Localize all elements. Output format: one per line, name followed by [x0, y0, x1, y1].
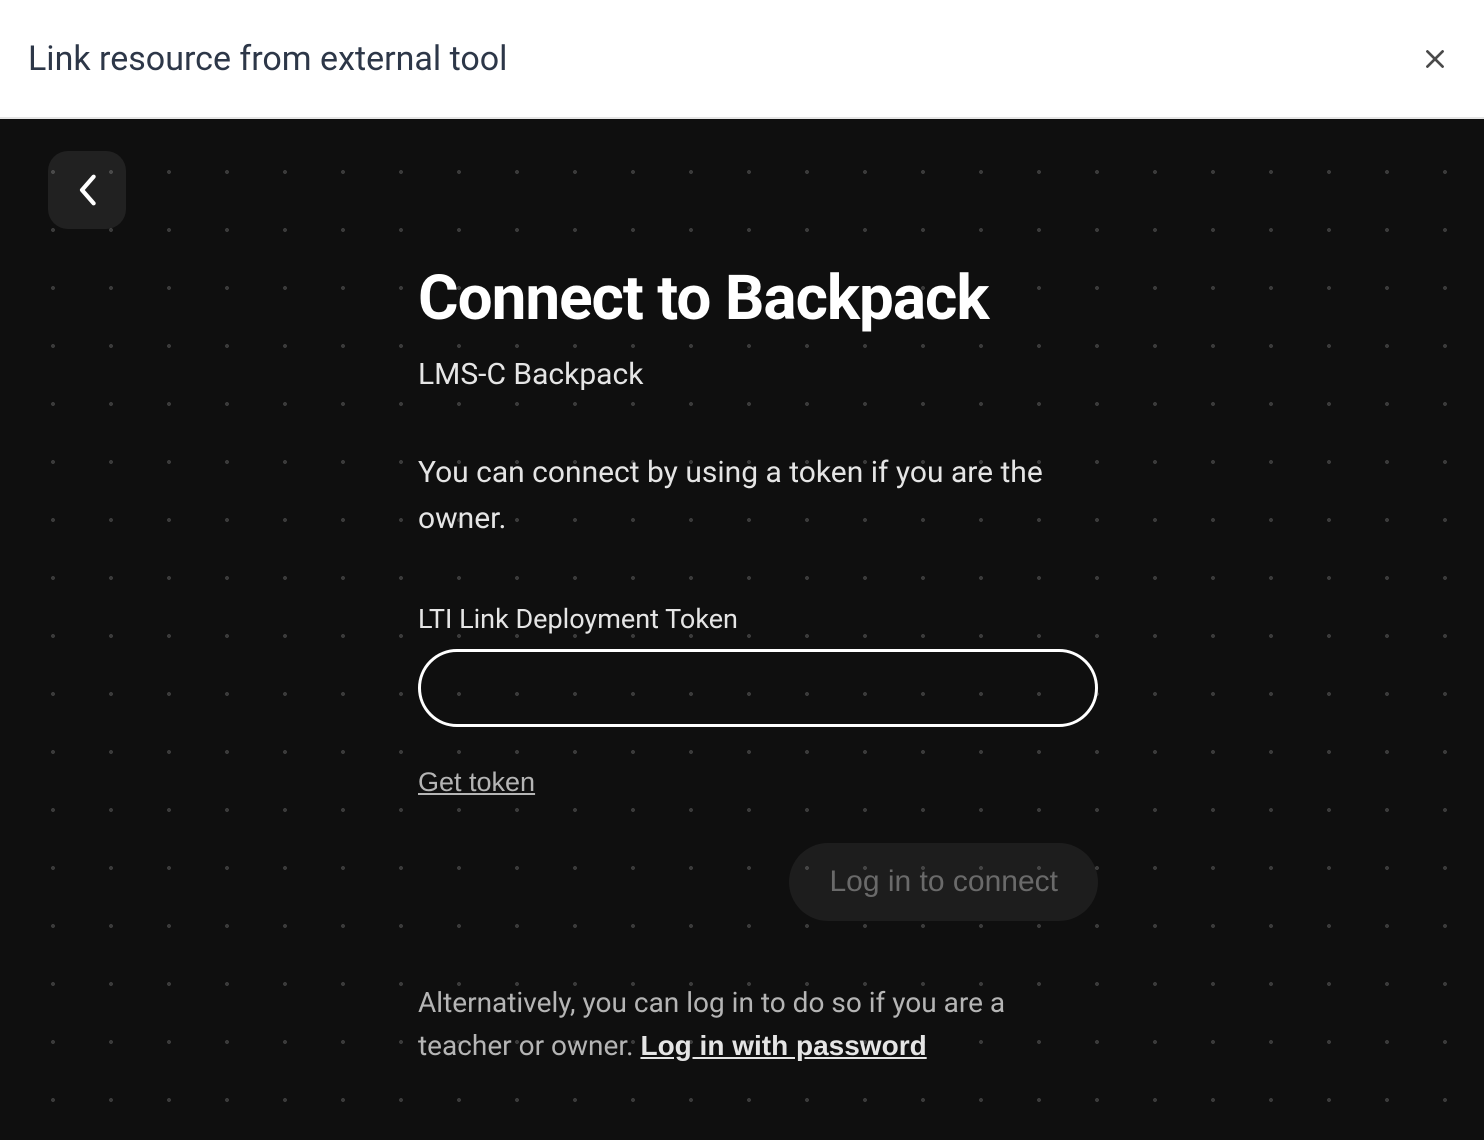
description-text: You can connect by using a token if you …: [418, 450, 1098, 543]
modal-title: Link resource from external tool: [28, 39, 507, 79]
alternative-text: Alternatively, you can log in to do so i…: [418, 981, 1098, 1068]
close-icon: [1422, 46, 1448, 72]
login-connect-button[interactable]: Log in to connect: [789, 843, 1098, 921]
main-content: Connect to Backpack LMS-C Backpack You c…: [418, 151, 1098, 1067]
page-title: Connect to Backpack: [418, 261, 1098, 337]
back-button[interactable]: [48, 151, 126, 229]
login-password-link[interactable]: Log in with password: [640, 1030, 926, 1062]
modal-header: Link resource from external tool: [0, 0, 1484, 119]
content-area: Connect to Backpack LMS-C Backpack You c…: [0, 119, 1484, 1140]
get-token-link[interactable]: Get token: [418, 767, 535, 798]
close-button[interactable]: [1414, 38, 1456, 80]
chevron-left-icon: [77, 173, 97, 207]
token-input[interactable]: [418, 649, 1098, 727]
button-row: Log in to connect: [418, 843, 1098, 921]
token-field-label: LTI Link Deployment Token: [418, 603, 1098, 635]
page-subtitle: LMS-C Backpack: [418, 357, 1098, 392]
